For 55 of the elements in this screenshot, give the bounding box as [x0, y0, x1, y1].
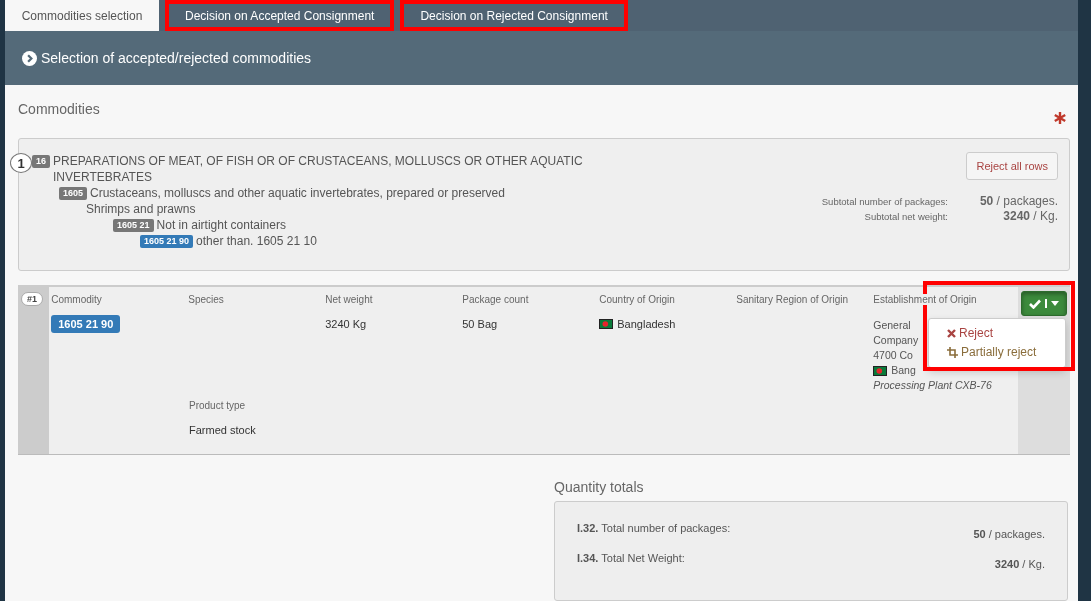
code-tag: 1605 21 90	[140, 235, 194, 248]
field-label: Sanitary Region of Origin	[736, 294, 848, 305]
establishment-text: 4700 Co	[873, 348, 913, 363]
flag-icon	[599, 319, 614, 329]
establishment-text: Processing Plant CXB-76	[873, 378, 992, 393]
group-number: 1	[10, 153, 32, 173]
commodity-label: PREPARATIONS OF MEAT, OF FISH OR OF CRUSTACEANS, MOLLUSCS OR OTHER AQUATIC INVERTEBRATES	[53, 153, 584, 185]
section-title: Quantity totals	[554, 479, 645, 495]
field-value: Bangladesh	[617, 318, 676, 330]
section-title: Selection of accepted/rejected commodities	[41, 50, 312, 67]
close-icon	[947, 328, 956, 338]
commodity-code-tag: 1605 21 90	[51, 315, 121, 333]
total-label: I.32. Total number of packages:	[577, 522, 731, 536]
menu-item[interactable]: Partially reject	[929, 343, 1065, 362]
tab[interactable]: Commodities selection	[5, 0, 159, 32]
menu-item[interactable]: Reject	[929, 324, 1065, 343]
total-label: I.34. Total Net Weight:	[577, 552, 685, 566]
field-value: 3240 Kg	[325, 318, 367, 330]
caret-icon	[1050, 301, 1059, 306]
field-label: Product type	[189, 400, 246, 411]
chevron-right-icon	[22, 50, 37, 66]
field-label: Establishment of Origin	[873, 294, 977, 305]
field-label: Net weight	[325, 294, 373, 305]
tab[interactable]: Decision on Rejected Consignment	[400, 0, 628, 32]
establishment-text: General	[873, 318, 911, 333]
field-label: Package count	[462, 294, 529, 305]
crop-icon	[947, 346, 958, 358]
total-value: 50 / packages.	[973, 528, 1045, 540]
commodity-label: other than. 1605 21 10	[196, 233, 317, 249]
section-title: Commodities	[18, 101, 100, 117]
field-label: Country of Origin	[599, 294, 675, 305]
required-icon	[1054, 112, 1066, 124]
field-value: 50 Bag	[462, 318, 498, 330]
reject-all-button[interactable]: Reject all rows	[966, 152, 1058, 180]
commodity-label: Shrimps and prawns	[86, 201, 196, 217]
code-tag: 1605 21	[113, 219, 154, 232]
field-value: Farmed stock	[189, 424, 256, 436]
establishment-text: Bang	[891, 363, 916, 378]
tab[interactable]: Decision on Accepted Consignment	[165, 0, 395, 32]
subtotal-label: Subtotal net weight:	[864, 210, 948, 224]
check-icon	[1029, 298, 1042, 309]
code-tag: 16	[32, 155, 50, 168]
subtotal-value: 3240 / Kg.	[1002, 209, 1058, 224]
commodity-label: Crustaceans, molluscs and other aquatic invertebrates, prepared or preserved	[90, 185, 505, 201]
commodity-label: Not in airtight containers	[156, 217, 286, 233]
accept-dropdown-button[interactable]	[1021, 291, 1068, 316]
code-tag: 1605	[59, 187, 88, 200]
subtotal-label: Subtotal number of packages:	[821, 195, 948, 209]
flag-icon	[873, 365, 888, 376]
subtotal-value: 50 / packages.	[978, 194, 1058, 209]
field-label: Species	[188, 294, 224, 305]
establishment-text: Company	[873, 333, 919, 348]
field-label: Commodity	[51, 294, 102, 305]
total-value: 3240 / Kg.	[994, 558, 1045, 570]
row-number: #1	[21, 292, 43, 306]
